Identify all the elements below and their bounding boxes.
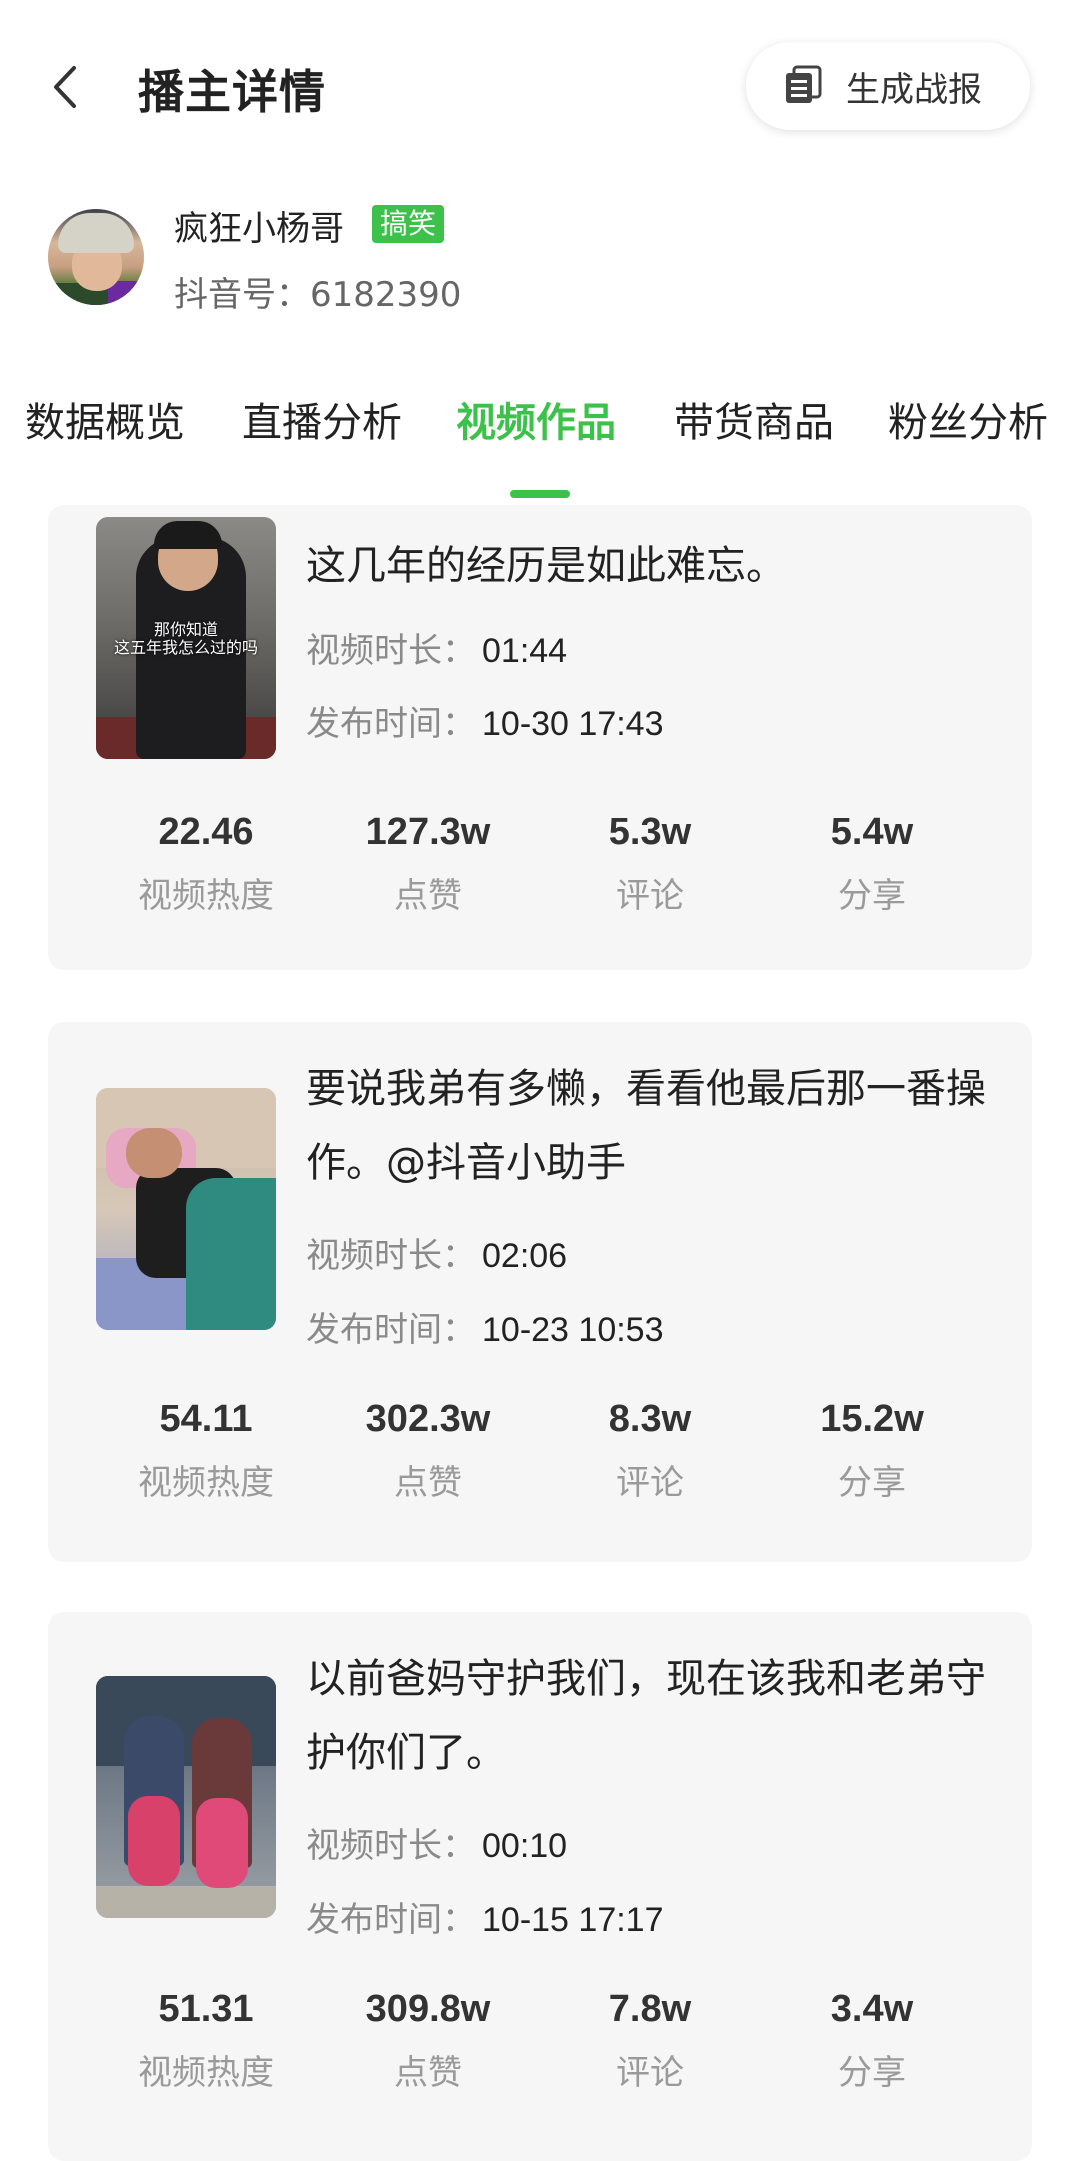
stat-comments: 8.3w 评论 (550, 1398, 750, 1504)
video-card[interactable]: 那你知道 这五年我怎么过的吗 这几年的经历是如此难忘。 视频时长： 01:44 发… (48, 505, 1032, 970)
video-card[interactable]: 要说我弟有多懒，看看他最后那一番操作。@抖音小助手 视频时长： 02:06 发布时… (48, 1022, 1032, 1562)
duration-value: 01:44 (482, 632, 568, 670)
category-badge: 搞笑 (372, 205, 445, 243)
anchor-name: 疯狂小杨哥 (174, 209, 344, 249)
tab-products[interactable]: 带货商品 (674, 390, 834, 448)
video-duration: 视频时长： 01:44 (306, 623, 567, 672)
tab-bar: 数据概览 直播分析 视频作品 带货商品 粉丝分析 (0, 390, 1080, 500)
tab-fans-analysis[interactable]: 粉丝分析 (888, 390, 1048, 448)
stat-value: 5.4w (830, 811, 914, 853)
stat-value: 22.46 (158, 811, 254, 853)
publish-value: 10-23 10:53 (482, 1311, 664, 1349)
stat-comments: 7.8w 评论 (550, 1988, 750, 2094)
stat-label: 分享 (838, 1463, 906, 1503)
stat-comments: 5.3w 评论 (550, 811, 750, 917)
stat-value: 7.8w (608, 1988, 692, 2030)
stat-label: 评论 (616, 876, 684, 916)
stat-label: 视频热度 (138, 876, 274, 916)
stat-likes: 127.3w 点赞 (328, 811, 528, 917)
stat-likes: 302.3w 点赞 (328, 1398, 528, 1504)
tab-live-analysis[interactable]: 直播分析 (242, 390, 402, 448)
video-thumbnail[interactable]: 那你知道 这五年我怎么过的吗 (96, 517, 276, 759)
publish-label: 发布时间： (306, 1310, 476, 1350)
stat-value: 51.31 (158, 1988, 254, 2030)
stat-value: 3.4w (830, 1988, 914, 2030)
video-stats: 54.11 视频热度 302.3w 点赞 8.3w 评论 15.2w 分享 (48, 1398, 1032, 1518)
duration-value: 00:10 (482, 1827, 568, 1865)
stat-value: 5.3w (608, 811, 692, 853)
generate-report-label: 生成战报 (846, 69, 982, 110)
generate-report-button[interactable]: 生成战报 (746, 42, 1030, 130)
video-title[interactable]: 要说我弟有多懒，看看他最后那一番操作。@抖音小助手 (306, 1052, 1006, 1200)
stat-shares: 3.4w 分享 (772, 1988, 972, 2094)
chevron-left-icon (54, 66, 76, 108)
video-duration: 视频时长： 00:10 (306, 1818, 567, 1867)
page-title: 播主详情 (138, 65, 326, 119)
publish-value: 10-15 17:17 (482, 1901, 664, 1939)
stat-label: 视频热度 (138, 2053, 274, 2093)
duration-label: 视频时长： (306, 1826, 476, 1866)
video-publish-time: 发布时间： 10-30 17:43 (306, 696, 664, 745)
avatar[interactable] (48, 209, 144, 305)
video-stats: 22.46 视频热度 127.3w 点赞 5.3w 评论 5.4w 分享 (48, 811, 1032, 931)
publish-label: 发布时间： (306, 704, 476, 744)
duration-label: 视频时长： (306, 631, 476, 671)
back-button[interactable] (40, 52, 100, 122)
stat-label: 分享 (838, 876, 906, 916)
stat-label: 点赞 (394, 2053, 462, 2093)
stat-value: 15.2w (820, 1398, 924, 1440)
stat-label: 评论 (616, 1463, 684, 1503)
video-thumbnail[interactable] (96, 1676, 276, 1918)
stat-heat: 54.11 视频热度 (106, 1398, 306, 1504)
stat-value: 54.11 (159, 1398, 253, 1440)
video-title[interactable]: 这几年的经历是如此难忘。 (306, 529, 1006, 603)
stat-label: 视频热度 (138, 1463, 274, 1503)
publish-value: 10-30 17:43 (482, 705, 664, 743)
stat-label: 分享 (838, 2053, 906, 2093)
anchor-profile: 疯狂小杨哥 搞笑 抖音号：6182390 (0, 195, 1080, 335)
stat-label: 评论 (616, 2053, 684, 2093)
duration-label: 视频时长： (306, 1236, 476, 1276)
publish-label: 发布时间： (306, 1900, 476, 1940)
douyin-id: 抖音号：6182390 (174, 275, 462, 315)
tab-data-overview[interactable]: 数据概览 (25, 390, 185, 448)
video-card[interactable]: 以前爸妈守护我们，现在该我和老弟守护你们了。 视频时长： 00:10 发布时间： 1… (48, 1612, 1032, 2161)
video-publish-time: 发布时间： 10-23 10:53 (306, 1302, 664, 1351)
header: 播主详情 生成战报 (0, 0, 1080, 175)
video-thumbnail[interactable] (96, 1088, 276, 1330)
video-title[interactable]: 以前爸妈守护我们，现在该我和老弟守护你们了。 (306, 1642, 1006, 1790)
stat-likes: 309.8w 点赞 (328, 1988, 528, 2094)
stat-value: 309.8w (365, 1988, 491, 2030)
stat-value: 127.3w (365, 811, 491, 853)
active-tab-indicator (510, 490, 570, 498)
page: 播主详情 生成战报 疯狂小杨哥 搞笑 抖音号：6182390 数据概览 直播分析… (0, 0, 1080, 2161)
document-icon (786, 65, 822, 103)
video-publish-time: 发布时间： 10-15 17:17 (306, 1892, 664, 1941)
duration-value: 02:06 (482, 1237, 568, 1275)
stat-heat: 22.46 视频热度 (106, 811, 306, 917)
video-duration: 视频时长： 02:06 (306, 1228, 567, 1277)
stat-label: 点赞 (394, 876, 462, 916)
stat-value: 8.3w (608, 1398, 692, 1440)
stat-label: 点赞 (394, 1463, 462, 1503)
video-stats: 51.31 视频热度 309.8w 点赞 7.8w 评论 3.4w 分享 (48, 1988, 1032, 2108)
tab-videos[interactable]: 视频作品 (456, 390, 616, 448)
stat-shares: 5.4w 分享 (772, 811, 972, 917)
thumbnail-caption: 那你知道 这五年我怎么过的吗 (113, 620, 258, 657)
stat-shares: 15.2w 分享 (772, 1398, 972, 1504)
stat-value: 302.3w (365, 1398, 491, 1440)
stat-heat: 51.31 视频热度 (106, 1988, 306, 2094)
